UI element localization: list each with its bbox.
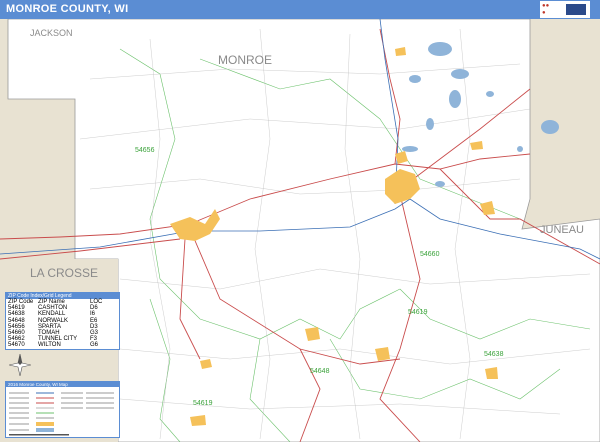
zip-label: 54660 — [420, 251, 440, 258]
map-key: 2016 Monroe County, WI Map — [5, 381, 120, 438]
region-label-la-crosse: LA CROSSE — [30, 266, 99, 280]
map-canvas[interactable]: JACKSON MONROE JUNEAU LA CROSSE 54656 54… — [0, 19, 600, 442]
map-title: MONROE COUNTY, WI — [6, 3, 129, 15]
cell-name: WILTON — [38, 342, 61, 349]
zip-label: 54619 — [408, 309, 428, 316]
publisher-logo: ●● ● — [540, 1, 590, 18]
zip-label: 54619 — [193, 400, 213, 407]
key-symbols — [9, 392, 114, 436]
table-row: 54670 WILTON G6 — [6, 342, 119, 348]
region-label-jackson: JACKSON — [30, 28, 73, 38]
zip-legend-table: ZIP Code Index/Grid Legend ZIP Code ZIP … — [5, 292, 120, 350]
cell-zip: 54670 — [8, 342, 25, 349]
zip-label: 54638 — [484, 351, 504, 358]
cell-loc: G6 — [90, 342, 99, 349]
logo-mark: ●● ● — [542, 3, 550, 16]
zip-label: 54656 — [135, 147, 155, 154]
compass-rose-icon — [9, 354, 31, 376]
key-header: 2016 Monroe County, WI Map — [6, 382, 119, 387]
title-bar: MONROE COUNTY, WI ●● ● — [0, 0, 600, 19]
map-svg — [0, 19, 600, 442]
region-label-monroe: MONROE — [218, 53, 272, 67]
zip-label: 54648 — [310, 368, 330, 375]
logo-badge — [566, 4, 586, 15]
region-label-juneau: JUNEAU — [540, 224, 585, 236]
